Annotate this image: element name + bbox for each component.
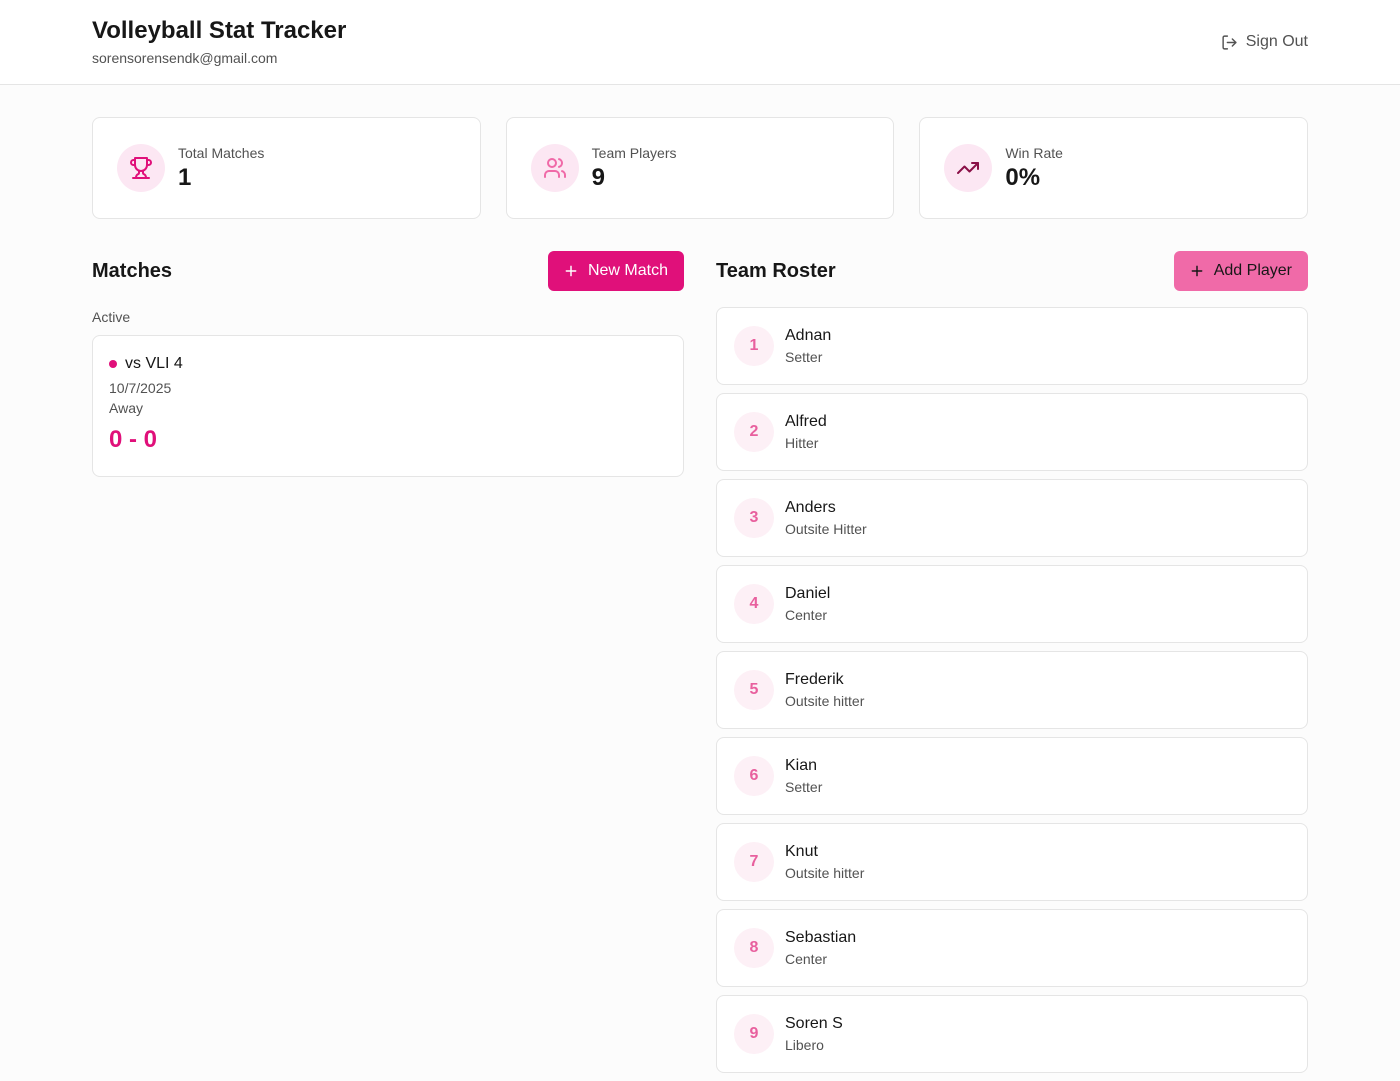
new-match-button[interactable]: New Match: [547, 251, 684, 291]
player-number: 9: [734, 1014, 774, 1054]
player-name: Anders: [785, 499, 836, 516]
player-position: Libero: [785, 1037, 824, 1053]
player-number: 7: [734, 842, 774, 882]
player-card[interactable]: 5 Frederik Outsite hitter: [716, 651, 1308, 729]
player-name: Alfred: [785, 413, 827, 430]
sign-out-icon: [1222, 34, 1237, 50]
match-card[interactable]: vs VLI 4 10/7/2025 Away 0 - 0: [92, 335, 684, 477]
player-name: Knut: [785, 843, 818, 860]
player-card[interactable]: 8 Sebastian Center: [716, 909, 1308, 987]
player-position: Center: [785, 607, 828, 623]
player-card[interactable]: 1 Adnan Setter: [716, 307, 1308, 385]
trending-up-icon: [957, 162, 980, 174]
app-title: Volleyball Stat Tracker: [92, 17, 347, 44]
player-card[interactable]: 4 Daniel Center: [716, 565, 1308, 643]
player-number: 2: [734, 412, 774, 452]
matches-section: Matches New Match Active vs VLI 4 10/7/2…: [92, 251, 684, 477]
sign-out-button[interactable]: Sign Out: [1221, 31, 1308, 53]
users-icon: [543, 158, 566, 178]
player-card[interactable]: 6 Kian Setter: [716, 737, 1308, 815]
stat-label: Team Players: [591, 144, 677, 161]
roster-title: Team Roster: [716, 259, 836, 282]
user-email: sorensorensendk@gmail.com: [92, 50, 278, 66]
new-match-label: New Match: [587, 262, 668, 279]
player-position: Outsite hitter: [785, 693, 865, 709]
matches-header: Matches New Match: [92, 251, 684, 291]
roster-header: Team Roster Add Player: [716, 251, 1308, 291]
match-name-row: vs VLI 4: [109, 354, 667, 374]
stat-card-total-matches: Total Matches 1: [92, 117, 481, 219]
player-number: 6: [734, 756, 774, 796]
player-name: Frederik: [785, 671, 844, 688]
player-number: 1: [734, 326, 774, 366]
stat-icon-wrap: [117, 144, 165, 192]
stat-value: 9: [591, 163, 606, 191]
player-position: Setter: [785, 779, 823, 795]
player-card[interactable]: 2 Alfred Hitter: [716, 393, 1308, 471]
match-score: 0 - 0: [109, 426, 158, 453]
add-player-button[interactable]: Add Player: [1173, 251, 1308, 291]
player-number: 8: [734, 928, 774, 968]
stat-label: Win Rate: [1005, 144, 1063, 161]
player-number: 3: [734, 498, 774, 538]
player-card[interactable]: 3 Anders Outsite Hitter: [716, 479, 1308, 557]
player-card[interactable]: 9 Soren S Libero: [716, 995, 1308, 1073]
stats-row: Total Matches 1 Team Players 9 Win Rate: [92, 117, 1309, 219]
match-venue: Away: [109, 400, 143, 416]
matches-title: Matches: [92, 259, 173, 282]
player-name: Soren S: [785, 1015, 843, 1032]
add-player-label: Add Player: [1213, 262, 1292, 279]
player-name: Daniel: [785, 585, 831, 602]
roster-list: 1 Adnan Setter 2 Alfred Hitter 3 Anders Out…: [716, 307, 1308, 1073]
stat-card-team-players: Team Players 9: [505, 117, 895, 219]
trophy-icon: [130, 157, 152, 179]
stat-value: 1: [178, 163, 192, 191]
plus-icon: [565, 265, 577, 277]
roster-section: Team Roster Add Player 1 Adnan Setter 2 A…: [716, 251, 1308, 1081]
stat-icon-wrap: [530, 144, 579, 192]
player-position: Center: [785, 951, 828, 967]
app-header: Volleyball Stat Tracker sorensorensendk@…: [0, 0, 1400, 85]
stat-icon-wrap: [944, 144, 993, 192]
match-date: 10/7/2025: [109, 380, 172, 396]
stat-card-win-rate: Win Rate 0%: [919, 117, 1309, 219]
player-position: Hitter: [785, 435, 819, 451]
player-position: Outsite Hitter: [785, 521, 867, 537]
player-name: Sebastian: [785, 929, 857, 946]
stat-label: Total Matches: [178, 144, 265, 161]
player-name: Adnan: [785, 327, 832, 344]
player-name: Kian: [785, 757, 818, 774]
stat-value: 0%: [1005, 163, 1041, 191]
player-number: 4: [734, 584, 774, 624]
active-dot-icon: [109, 360, 117, 368]
player-position: Setter: [785, 349, 823, 365]
active-group-label: Active: [92, 309, 131, 325]
player-position: Outsite hitter: [785, 865, 865, 881]
plus-icon: [1191, 265, 1203, 277]
sign-out-label: Sign Out: [1245, 33, 1308, 50]
match-name: vs VLI 4: [125, 355, 183, 372]
player-card[interactable]: 7 Knut Outsite hitter: [716, 823, 1308, 901]
player-number: 5: [734, 670, 774, 710]
